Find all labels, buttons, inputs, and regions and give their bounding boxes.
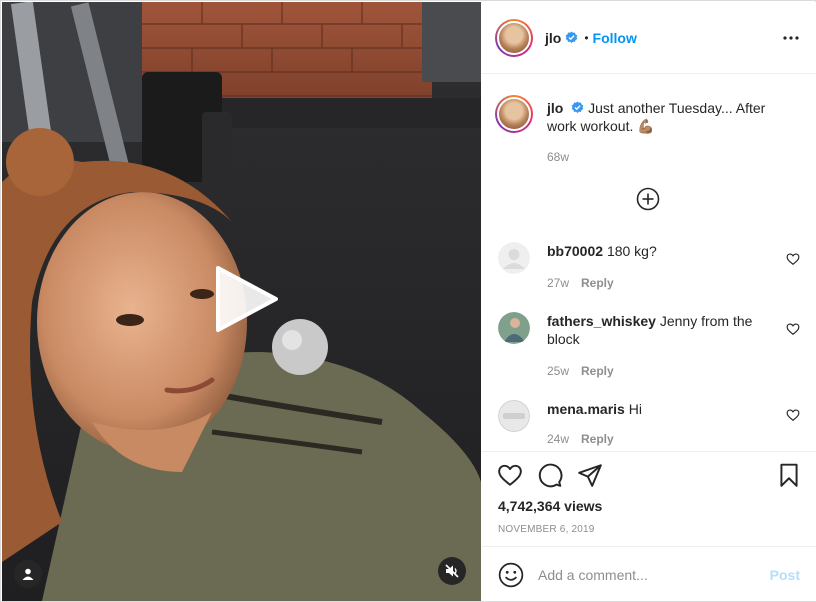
separator-dot: • (584, 30, 589, 45)
comment-item: fathers_whiskey Jenny from the block 25w… (498, 312, 808, 382)
comment-text-block: mena.maris Hi (547, 400, 757, 418)
post-comment-button[interactable]: Post (770, 567, 800, 583)
like-comment-heart-icon[interactable] (786, 322, 800, 336)
more-options-button[interactable] (780, 30, 802, 46)
comment-meta: 27w Reply (547, 276, 614, 290)
commenter-photo (498, 312, 530, 344)
add-comment-bar: Post (482, 546, 816, 602)
heart-icon[interactable] (497, 462, 523, 488)
bookmark-icon[interactable] (776, 462, 802, 488)
author-username[interactable]: jlo (545, 30, 561, 46)
post-header: jlo • Follow (482, 2, 816, 74)
comment-text: 180 kg? (606, 243, 657, 259)
reply-button[interactable]: Reply (581, 432, 614, 446)
follow-button[interactable]: Follow (593, 30, 637, 46)
mute-toggle-button[interactable] (438, 557, 466, 585)
muted-speaker-icon (445, 564, 459, 578)
post-sidebar: jlo • Follow jlo Just another Tuesday...… (482, 2, 816, 601)
commenter-photo (498, 400, 530, 432)
load-more-comments-button[interactable] (636, 187, 660, 211)
play-button[interactable] (212, 264, 282, 334)
caption-time[interactable]: 68w (547, 150, 569, 164)
comment-time[interactable]: 25w (547, 364, 569, 378)
commenter-username[interactable]: fathers_whiskey (547, 313, 656, 329)
author-avatar[interactable] (495, 18, 533, 57)
comment-input[interactable] (538, 566, 758, 583)
smiley-icon[interactable] (498, 562, 524, 588)
verified-badge-icon (571, 101, 584, 114)
commenter-avatar[interactable] (498, 242, 530, 274)
commenter-avatar[interactable] (498, 312, 530, 344)
like-comment-heart-icon[interactable] (786, 252, 800, 266)
view-count[interactable]: 4,742,364 views (498, 498, 602, 514)
comment-item: mena.maris Hi 24w Reply (498, 400, 808, 451)
reply-button[interactable]: Reply (581, 276, 614, 290)
verified-badge-icon (566, 31, 578, 44)
comment-icon[interactable] (537, 462, 563, 488)
commenter-username[interactable]: mena.maris (547, 401, 625, 417)
paper-plane-icon[interactable] (577, 462, 603, 488)
caption-text-block: jlo Just another Tuesday... After work w… (547, 99, 777, 135)
caption-username[interactable]: jlo (547, 100, 563, 116)
comments-section[interactable]: jlo Just another Tuesday... After work w… (482, 75, 816, 451)
comment-meta: 24w Reply (547, 432, 614, 446)
like-comment-heart-icon[interactable] (786, 408, 800, 422)
comment-time[interactable]: 24w (547, 432, 569, 446)
plus-circle-icon (636, 187, 660, 211)
comment-time[interactable]: 27w (547, 276, 569, 290)
comment-text-block: fathers_whiskey Jenny from the block (547, 312, 757, 348)
comment-meta: 25w Reply (547, 364, 614, 378)
post-date[interactable]: NOVEMBER 6, 2019 (498, 524, 595, 535)
comment-text-block: bb70002 180 kg? (547, 242, 757, 260)
default-avatar-icon (498, 242, 530, 274)
tagged-users-button[interactable] (14, 560, 42, 588)
reply-button[interactable]: Reply (581, 364, 614, 378)
play-icon (216, 266, 278, 332)
commenter-avatar[interactable] (498, 400, 530, 432)
post-video[interactable] (2, 2, 481, 601)
comment-item: bb70002 180 kg? 27w Reply (498, 242, 808, 302)
commenter-username[interactable]: bb70002 (547, 243, 603, 259)
post-actions: 4,742,364 views NOVEMBER 6, 2019 Post (482, 451, 816, 601)
caption-author-avatar[interactable] (495, 95, 533, 133)
post-modal: jlo • Follow jlo Just another Tuesday...… (0, 0, 816, 602)
comment-text: Hi (628, 401, 642, 417)
user-icon (22, 568, 34, 580)
more-options-icon (783, 36, 799, 40)
